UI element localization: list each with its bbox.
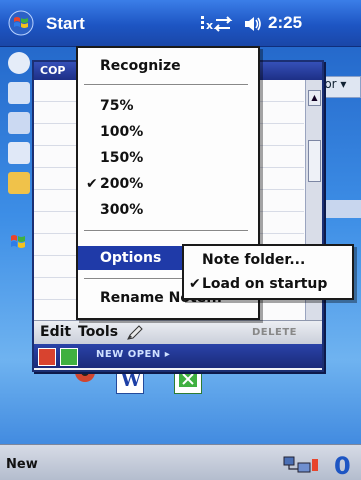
menu-separator [84, 84, 248, 86]
menu-item-label: 300% [100, 202, 144, 218]
network-status-icon[interactable] [282, 453, 322, 475]
menu-separator [84, 230, 248, 232]
tasks-icon[interactable] [8, 112, 30, 134]
scroll-up-arrow-icon[interactable]: ▲ [308, 90, 321, 106]
options-submenu: Note folder... ✔ Load on startup [182, 244, 354, 300]
menu-item-label: Recognize [100, 58, 181, 74]
owner-icon[interactable] [8, 52, 30, 74]
tools-menu[interactable]: Tools [78, 324, 118, 340]
delete-button[interactable]: DELETE [252, 327, 297, 338]
notes-bottom-toolbar: NEW OPEN ▸ [34, 344, 322, 368]
menu-item-label: Options [100, 250, 162, 266]
svg-text:W: W [120, 370, 142, 391]
calendar-icon[interactable] [8, 82, 30, 104]
connectivity-icon[interactable]: x [200, 14, 234, 34]
menu-item-zoom-75[interactable]: 75% [78, 94, 254, 118]
play-icon[interactable] [60, 348, 78, 366]
scroll-thumb[interactable] [308, 140, 321, 182]
title-bar: Start x 2:25 [0, 0, 361, 47]
command-bar: New 0 [0, 444, 361, 480]
submenu-item-label: Note folder... [202, 252, 306, 268]
menu-item-label: 100% [100, 124, 144, 140]
speaker-icon[interactable] [243, 14, 263, 34]
clock[interactable]: 2:25 [268, 13, 302, 33]
today-scroll-partial [318, 200, 361, 218]
pen-icon[interactable] [126, 325, 144, 341]
menu-item-recognize[interactable]: Recognize [78, 54, 254, 78]
input-panel-label: 0 [334, 452, 351, 477]
svg-text:x: x [206, 19, 213, 32]
windows-logo-icon[interactable] [8, 10, 34, 36]
notes-menubar: Edit Tools DELETE [34, 320, 322, 345]
edit-menu[interactable]: Edit [40, 324, 71, 340]
menu-item-zoom-200[interactable]: ✔ 200% [78, 172, 254, 196]
pocketpc-screen: Start x 2:25 ior ▾ W COP ▲ Edit Tools DE… [0, 0, 361, 480]
menu-item-zoom-100[interactable]: 100% [78, 120, 254, 144]
checkmark-icon: ✔ [189, 276, 201, 292]
menu-item-label: 150% [100, 150, 144, 166]
menu-item-zoom-300[interactable]: 300% [78, 198, 254, 222]
inbox-icon[interactable] [8, 142, 30, 164]
contacts-icon[interactable] [8, 172, 30, 194]
record-icon[interactable] [38, 348, 56, 366]
start-menu-button[interactable]: Start [46, 14, 85, 34]
submenu-item-label: Load on startup [202, 276, 328, 292]
checkmark-icon: ✔ [86, 176, 98, 192]
menu-item-label: 200% [100, 176, 144, 192]
menu-item-zoom-150[interactable]: 150% [78, 146, 254, 170]
menu-item-label: 75% [100, 98, 134, 114]
input-panel-icon[interactable]: 0 [328, 451, 356, 480]
new-open-label[interactable]: NEW OPEN ▸ [96, 349, 170, 360]
start-flag-icon[interactable] [8, 232, 30, 254]
submenu-item-note-folder[interactable]: Note folder... [184, 248, 348, 272]
submenu-item-load-on-startup[interactable]: ✔ Load on startup [184, 272, 348, 296]
new-softkey[interactable]: New [6, 457, 38, 472]
